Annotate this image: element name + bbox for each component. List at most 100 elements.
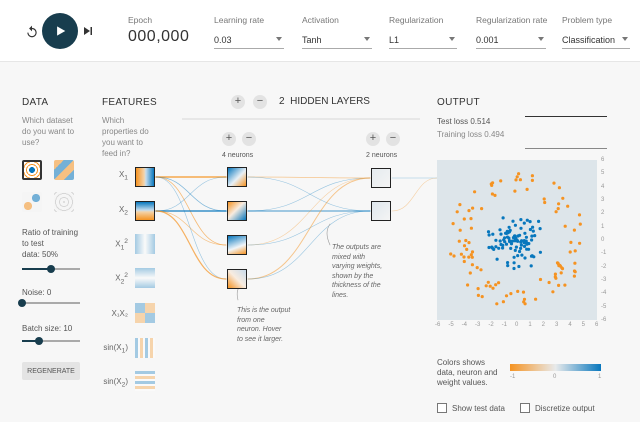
data-point xyxy=(556,207,560,211)
data-point xyxy=(512,261,516,265)
data-point xyxy=(510,239,514,243)
link xyxy=(391,177,438,212)
remove-neuron-layer1-button[interactable]: − xyxy=(242,132,256,146)
data-point xyxy=(470,263,474,267)
note-line: The outputs are xyxy=(332,244,382,251)
data-point xyxy=(465,247,469,251)
data-point xyxy=(563,283,567,287)
data-point xyxy=(509,292,513,296)
data-point xyxy=(569,240,573,244)
data-point xyxy=(553,275,557,279)
link xyxy=(247,177,371,212)
legend-line: weight values. xyxy=(437,378,488,387)
data-point xyxy=(524,235,528,239)
x-tick-label: 4 xyxy=(568,322,572,328)
data-point xyxy=(577,213,582,217)
training-loss: Training loss 0.494 xyxy=(437,130,505,139)
remove-layer-button[interactable]: − xyxy=(253,95,267,109)
data-point xyxy=(531,225,535,229)
note-line: varying weights, xyxy=(332,263,383,270)
output-title: OUTPUT xyxy=(437,97,480,108)
data-point xyxy=(469,226,473,230)
output-heatmap[interactable] xyxy=(437,160,597,320)
hidden-layers-count: 2 xyxy=(279,96,285,107)
data-point xyxy=(512,255,516,259)
add-neuron-layer1-button[interactable]: + xyxy=(222,132,236,146)
data-point xyxy=(487,233,491,237)
discretize-output-checkbox[interactable] xyxy=(520,403,530,413)
x-tick-label: 5 xyxy=(581,322,585,328)
output-points xyxy=(449,172,582,306)
data-point xyxy=(511,236,516,240)
data-point xyxy=(490,246,494,250)
data-point xyxy=(515,238,519,242)
x-tick-label: -3 xyxy=(475,322,481,328)
link xyxy=(247,176,371,179)
data-point xyxy=(458,203,462,207)
data-point xyxy=(542,197,546,201)
add-layer-button[interactable]: + xyxy=(231,95,245,109)
data-point xyxy=(512,266,516,271)
data-point xyxy=(484,284,488,288)
data-point xyxy=(528,220,532,224)
data-point xyxy=(514,245,518,249)
data-point xyxy=(530,234,534,238)
x-tick-label: 6 xyxy=(595,322,599,328)
x-tick-label: -2 xyxy=(488,322,494,328)
data-point xyxy=(530,238,534,242)
add-neuron-layer2-button[interactable]: + xyxy=(366,132,380,146)
link xyxy=(155,176,227,280)
color-scale-min: -1 xyxy=(510,374,516,380)
x-tick-label: 1 xyxy=(528,322,532,328)
data-point xyxy=(573,270,577,274)
data-point xyxy=(557,202,561,206)
data-point xyxy=(509,246,513,250)
data-point xyxy=(504,242,509,246)
remove-neuron-layer2-button[interactable]: − xyxy=(386,132,400,146)
neuron-l1-4[interactable] xyxy=(227,269,247,289)
y-tick-label: -2 xyxy=(601,263,607,270)
note-line: from one xyxy=(237,316,265,324)
data-point xyxy=(517,264,521,269)
data-point xyxy=(538,277,543,282)
data-point xyxy=(457,239,461,243)
note-line: lines. xyxy=(332,291,349,299)
y-tick-label: 6 xyxy=(601,157,605,163)
data-point xyxy=(518,233,522,237)
hidden-layers-title: 2 HIDDEN LAYERS xyxy=(279,96,370,107)
data-point xyxy=(470,255,474,259)
data-point xyxy=(572,228,576,232)
data-point xyxy=(498,228,502,232)
data-point xyxy=(531,229,535,233)
data-point xyxy=(467,209,471,213)
y-tick-label: -3 xyxy=(601,277,607,283)
hidden-layers-label: HIDDEN LAYERS xyxy=(290,96,370,107)
neuron-l2-2[interactable] xyxy=(371,201,391,221)
data-point xyxy=(468,271,472,275)
data-point xyxy=(452,254,456,258)
y-tick-label: -4 xyxy=(601,290,607,297)
data-point xyxy=(502,238,506,242)
data-point xyxy=(501,300,505,304)
neuron-l1-3[interactable] xyxy=(227,235,247,255)
data-point xyxy=(494,245,498,249)
y-tick-label: 1 xyxy=(601,223,605,230)
data-point xyxy=(561,196,565,200)
data-point xyxy=(507,225,511,229)
neuron-l2-1[interactable] xyxy=(371,168,391,188)
data-point xyxy=(458,228,462,232)
data-point xyxy=(480,295,484,299)
data-point xyxy=(560,267,565,271)
layer2-neuron-count: 2 neurons xyxy=(366,152,398,159)
show-test-data-checkbox[interactable] xyxy=(437,403,447,413)
data-point xyxy=(467,255,471,259)
neuron-l1-2[interactable] xyxy=(227,201,247,221)
data-point xyxy=(491,232,495,236)
neuron-l1-1[interactable] xyxy=(227,167,247,187)
x-tick-label: 2 xyxy=(541,322,545,328)
data-point xyxy=(486,280,490,284)
data-point xyxy=(530,178,534,182)
data-point xyxy=(462,255,466,259)
data-point xyxy=(491,286,495,290)
link xyxy=(247,210,371,246)
